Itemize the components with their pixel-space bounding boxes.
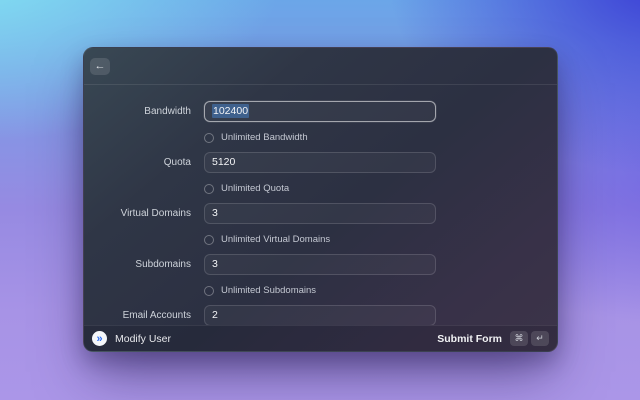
form: Bandwidth 102400 Unlimited Bandwidth Quo… [84, 85, 557, 325]
unlimited-virtual-domains-checkbox[interactable] [204, 234, 214, 245]
unlimited-bandwidth-checkbox[interactable] [204, 132, 214, 143]
unlimited-quota-label[interactable]: Unlimited Quota [221, 183, 289, 194]
email-accounts-value: 2 [212, 309, 218, 321]
virtual-domains-row: Virtual Domains 3 [84, 202, 557, 224]
command-title: Modify User [115, 332, 172, 345]
submit-form-label: Submit Form [437, 332, 502, 345]
quota-value: 5120 [212, 156, 236, 168]
unlimited-subdomains-row: Unlimited Subdomains [204, 285, 557, 296]
subdomains-value: 3 [212, 258, 218, 270]
command-key-icon: ⌘ [510, 331, 528, 346]
subdomains-input[interactable]: 3 [204, 253, 436, 275]
back-arrow-icon: ← [94, 60, 106, 72]
window-footer: » Modify User Submit Form ⌘ ↵ [84, 325, 557, 351]
virtual-domains-label: Virtual Domains [120, 207, 191, 219]
unlimited-quota-row: Unlimited Quota [204, 183, 557, 194]
bandwidth-input[interactable]: 102400 [204, 100, 436, 122]
email-accounts-input[interactable]: 2 [204, 304, 436, 325]
email-accounts-row: Email Accounts 2 [84, 304, 557, 325]
quota-row: Quota 5120 [84, 151, 557, 173]
window-header: ← [84, 48, 557, 85]
unlimited-virtual-domains-row: Unlimited Virtual Domains [204, 234, 557, 245]
submit-form-button[interactable]: Submit Form ⌘ ↵ [437, 331, 549, 346]
subdomains-row: Subdomains 3 [84, 253, 557, 275]
subdomains-label: Subdomains [135, 258, 191, 270]
email-accounts-label: Email Accounts [122, 309, 191, 321]
virtual-domains-input[interactable]: 3 [204, 202, 436, 224]
unlimited-bandwidth-row: Unlimited Bandwidth [204, 132, 557, 143]
unlimited-bandwidth-label[interactable]: Unlimited Bandwidth [221, 132, 308, 143]
unlimited-subdomains-checkbox[interactable] [204, 285, 214, 296]
app-logo-icon: » [92, 331, 107, 346]
unlimited-virtual-domains-label[interactable]: Unlimited Virtual Domains [221, 234, 330, 245]
form-window: ← Bandwidth 102400 Unlimited Bandwidth Q… [83, 47, 558, 352]
bandwidth-row: Bandwidth 102400 [84, 100, 557, 122]
unlimited-quota-checkbox[interactable] [204, 183, 214, 194]
back-button[interactable]: ← [90, 57, 110, 75]
quota-label: Quota [163, 156, 191, 168]
unlimited-subdomains-label[interactable]: Unlimited Subdomains [221, 285, 316, 296]
bandwidth-label: Bandwidth [144, 105, 191, 117]
return-key-icon: ↵ [531, 331, 549, 346]
desktop-background: ← Bandwidth 102400 Unlimited Bandwidth Q… [0, 0, 640, 400]
virtual-domains-value: 3 [212, 207, 218, 219]
bandwidth-value: 102400 [212, 104, 250, 118]
quota-input[interactable]: 5120 [204, 151, 436, 173]
